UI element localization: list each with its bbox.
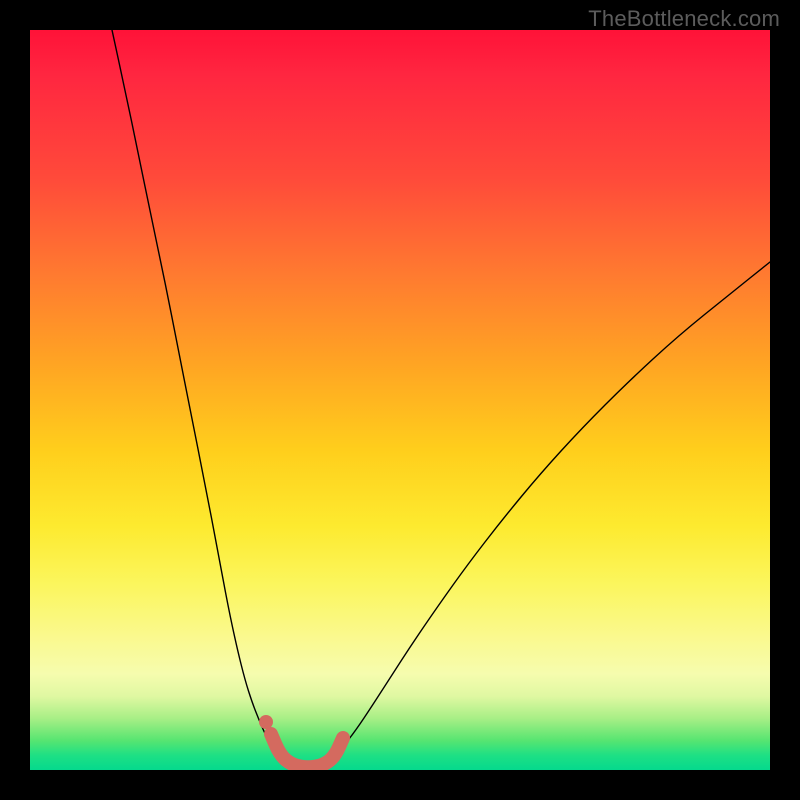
plot-area — [30, 30, 770, 770]
curve-right — [330, 262, 770, 761]
watermark-text: TheBottleneck.com — [588, 6, 780, 32]
chart-frame: TheBottleneck.com — [0, 0, 800, 800]
optimum-marker — [271, 734, 343, 767]
curve-left — [112, 30, 280, 761]
curve-overlay — [30, 30, 770, 770]
optimum-marker-dot — [259, 715, 273, 729]
